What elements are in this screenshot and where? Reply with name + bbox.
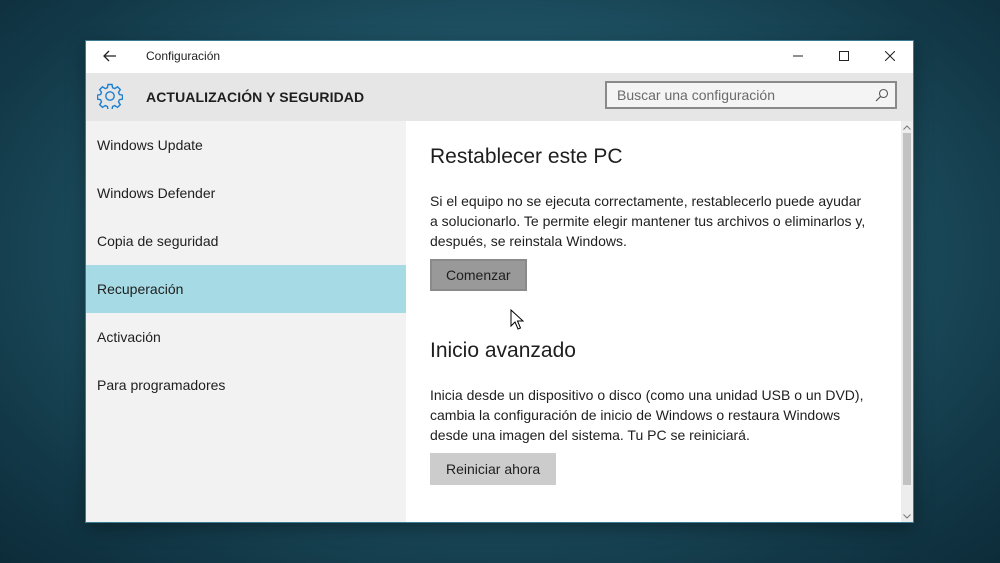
scroll-down-button[interactable]: [901, 510, 913, 522]
advanced-startup-heading: Inicio avanzado: [430, 339, 576, 362]
mouse-pointer-icon: [510, 309, 524, 330]
minimize-button[interactable]: [775, 41, 821, 71]
maximize-button[interactable]: [821, 41, 867, 71]
search-input[interactable]: [607, 83, 877, 107]
gear-icon: [97, 83, 123, 109]
sidebar-item-backup[interactable]: Copia de seguridad: [86, 217, 406, 265]
restart-now-button[interactable]: Reiniciar ahora: [430, 453, 557, 485]
reset-pc-description: Si el equipo no se ejecuta correctamente…: [430, 193, 866, 249]
back-button[interactable]: [94, 41, 126, 71]
back-arrow-icon: [103, 50, 116, 62]
close-icon: [885, 51, 895, 61]
window-controls: [775, 41, 913, 71]
start-reset-button[interactable]: Comenzar: [430, 259, 527, 291]
main-content: Restablecer este PC Si el equipo no se e…: [406, 121, 901, 522]
sidebar-item-developers[interactable]: Para programadores: [86, 361, 406, 409]
sidebar-item-windows-update[interactable]: Windows Update: [86, 121, 406, 169]
section-header: ACTUALIZACIÓN Y SEGURIDAD: [86, 73, 913, 121]
settings-window: Configuración ACTUALIZACIÓN Y SEGURIDAD …: [86, 41, 913, 522]
sidebar-nav: Windows Update Windows Defender Copia de…: [86, 121, 406, 522]
close-button[interactable]: [867, 41, 913, 71]
sidebar-item-windows-defender[interactable]: Windows Defender: [86, 169, 406, 217]
section-title: ACTUALIZACIÓN Y SEGURIDAD: [146, 89, 365, 105]
scroll-thumb[interactable]: [903, 133, 911, 485]
minimize-icon: [793, 55, 803, 57]
scroll-up-button[interactable]: [901, 121, 913, 133]
vertical-scrollbar[interactable]: [901, 121, 913, 522]
search-box[interactable]: [605, 81, 897, 109]
sidebar-item-recovery[interactable]: Recuperación: [86, 265, 406, 313]
search-icon[interactable]: [875, 88, 889, 102]
sidebar-item-activation[interactable]: Activación: [86, 313, 406, 361]
reset-pc-heading: Restablecer este PC: [430, 145, 623, 168]
title-bar: Configuración: [86, 41, 913, 73]
maximize-icon: [839, 51, 849, 61]
chevron-up-icon: [903, 124, 911, 130]
advanced-startup-description: Inicia desde un dispositivo o disco (com…: [430, 387, 864, 443]
window-title: Configuración: [146, 49, 221, 63]
chevron-down-icon: [903, 513, 911, 519]
